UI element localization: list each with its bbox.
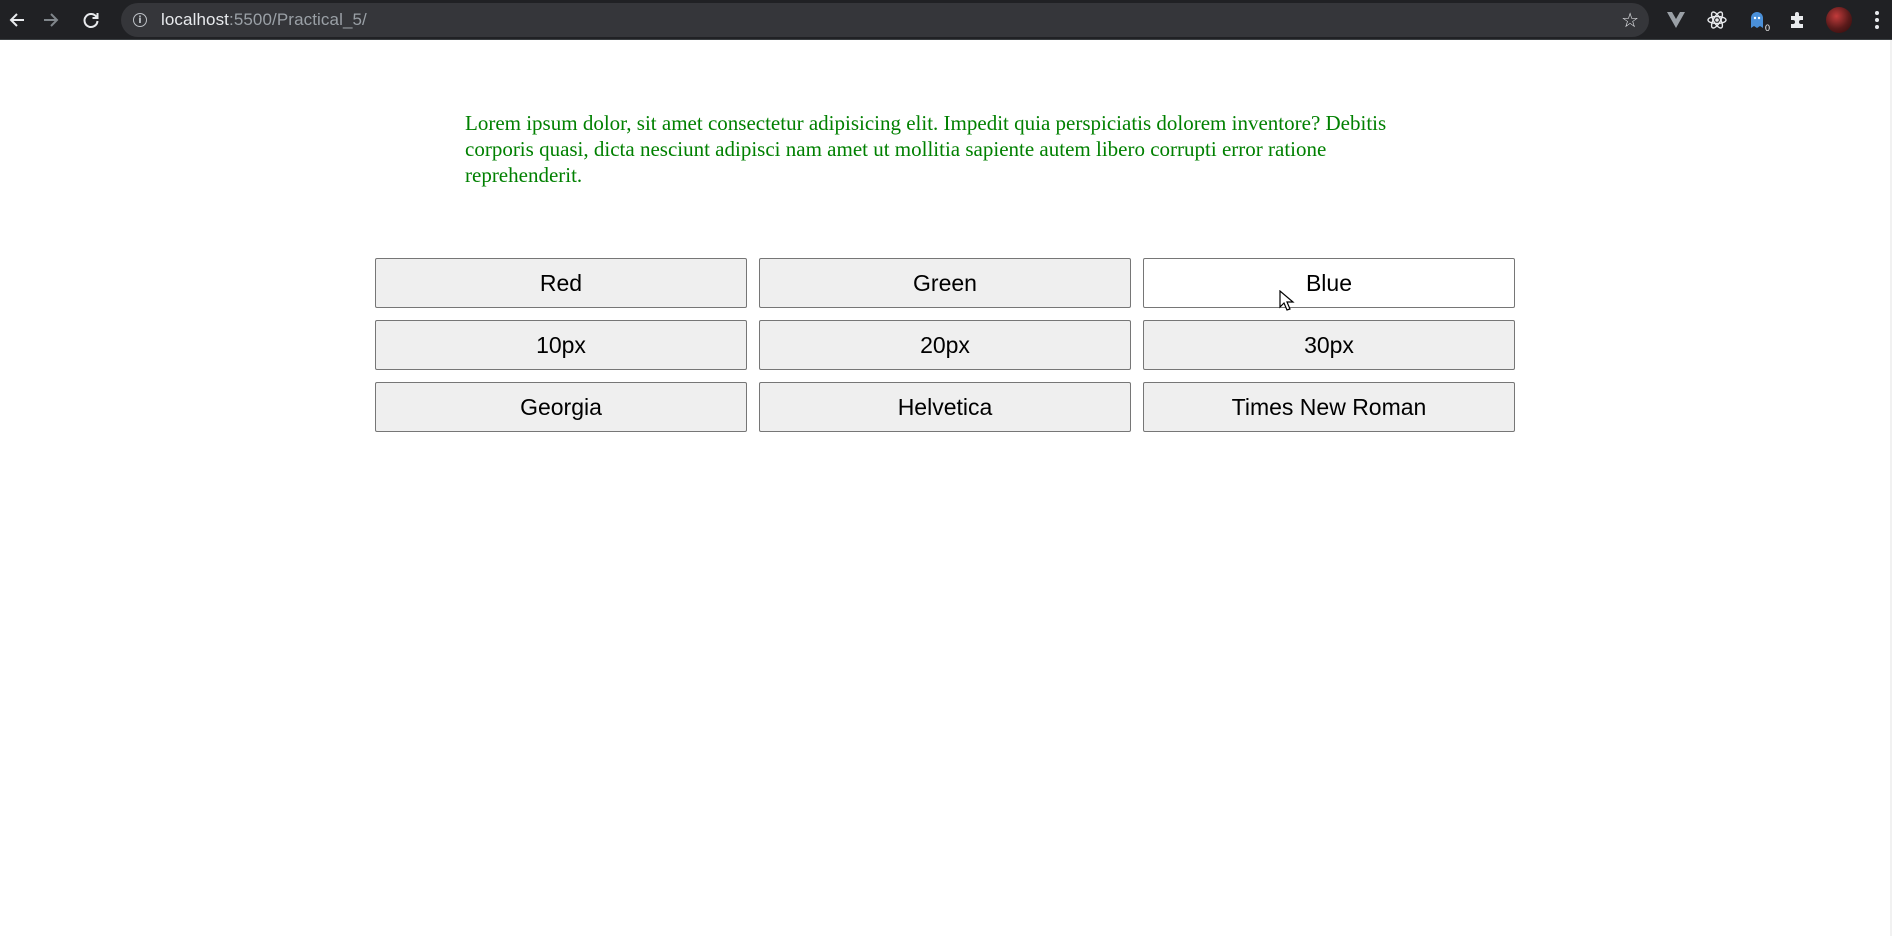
lorem-paragraph: Lorem ipsum dolor, sit amet consectetur … xyxy=(465,111,1387,187)
reload-icon[interactable] xyxy=(74,3,108,37)
back-icon[interactable] xyxy=(0,3,34,37)
extension-badge: 0 xyxy=(1762,23,1772,34)
address-bar[interactable]: i localhost:5500/Practical_5/ ☆ xyxy=(121,3,1649,37)
extensions-puzzle-icon[interactable] xyxy=(1780,0,1814,40)
blue-button[interactable]: Blue xyxy=(1143,258,1515,308)
profile-avatar[interactable] xyxy=(1822,0,1856,40)
green-button[interactable]: Green xyxy=(759,258,1131,308)
site-info-icon[interactable]: i xyxy=(133,13,147,27)
font-times-new-roman-button[interactable]: Times New Roman xyxy=(1143,382,1515,432)
avatar xyxy=(1826,7,1852,33)
red-button[interactable]: Red xyxy=(375,258,747,308)
browser-menu-icon[interactable] xyxy=(1862,0,1892,40)
button-grid: Red Green Blue 10px 20px 30px Georgia He… xyxy=(375,258,1515,432)
size-20px-button[interactable]: 20px xyxy=(759,320,1131,370)
vue-devtools-icon[interactable] xyxy=(1659,0,1693,40)
size-30px-button[interactable]: 30px xyxy=(1143,320,1515,370)
page-viewport: Lorem ipsum dolor, sit amet consectetur … xyxy=(0,40,1892,936)
react-devtools-icon[interactable] xyxy=(1700,0,1734,40)
size-10px-button[interactable]: 10px xyxy=(375,320,747,370)
mouse-pointer-icon xyxy=(1279,290,1295,311)
forward-icon[interactable] xyxy=(34,3,68,37)
font-helvetica-button[interactable]: Helvetica xyxy=(759,382,1131,432)
browser-toolbar: i localhost:5500/Practical_5/ ☆ 0 xyxy=(0,0,1892,40)
url-text[interactable]: localhost:5500/Practical_5/ xyxy=(161,10,367,30)
ghostery-icon[interactable]: 0 xyxy=(1740,0,1774,40)
bookmark-star-icon[interactable]: ☆ xyxy=(1621,8,1639,33)
font-georgia-button[interactable]: Georgia xyxy=(375,382,747,432)
